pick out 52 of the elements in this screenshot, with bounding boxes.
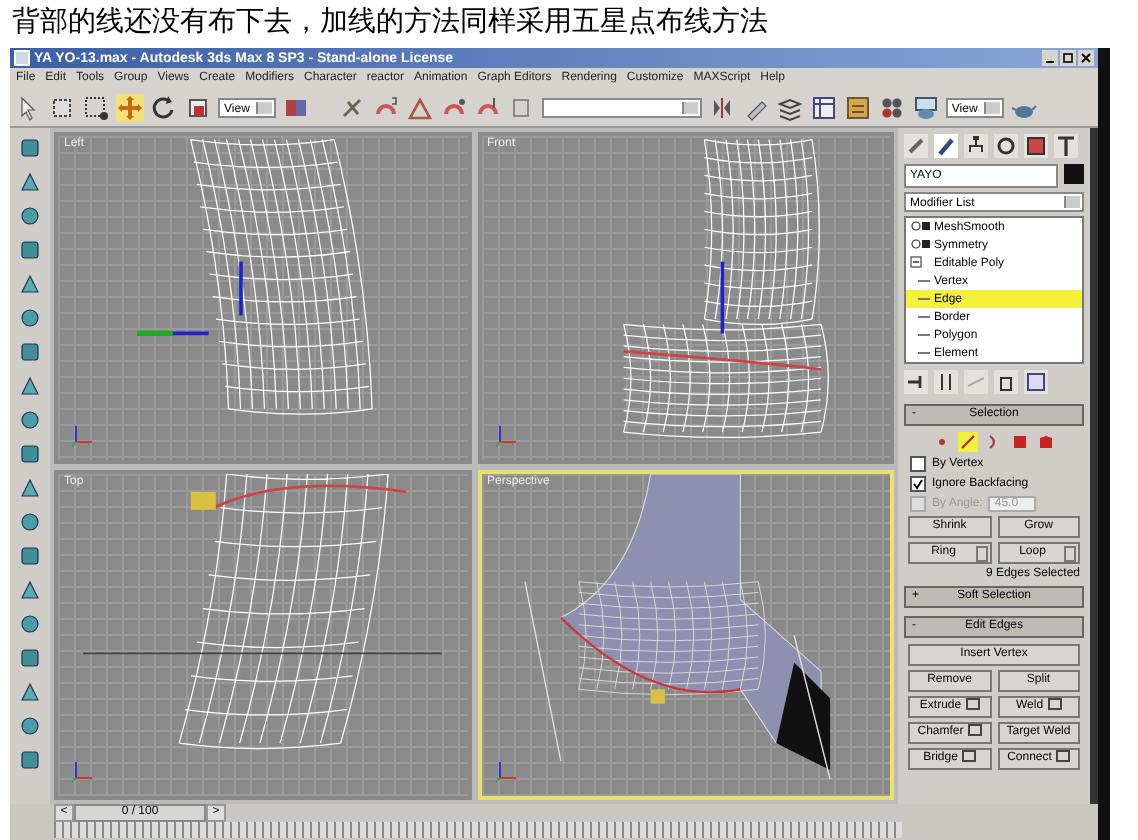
tool-icon[interactable] [18,136,42,160]
app-icon [14,50,30,66]
tool-icon[interactable] [18,170,42,194]
named-selection-dropdown[interactable] [541,97,702,117]
schematic-icon[interactable] [843,93,872,121]
axis-tripod-icon [70,756,98,784]
subobject-mode-icon[interactable] [1036,432,1056,452]
subobject-mode-icon[interactable] [958,432,978,452]
subobject-mode-icon[interactable] [1010,432,1030,452]
show-result-icon[interactable] [934,370,958,394]
timeline-track[interactable] [54,822,902,838]
dotted-square-icon[interactable] [82,93,110,121]
tool-icon[interactable] [18,510,42,534]
restore-icon[interactable] [1060,50,1076,66]
configure-icon[interactable] [1024,370,1048,394]
tool-icon[interactable] [18,714,42,738]
curve-editor-icon[interactable] [809,93,838,121]
checkbox[interactable] [910,456,926,472]
modify-tab-icon[interactable] [934,134,958,158]
tool-icon[interactable] [18,476,42,500]
hierarchy-tab-icon[interactable] [964,134,988,158]
render-setup-icon[interactable] [911,93,940,121]
tool-icon[interactable] [18,272,42,296]
object-color-swatch[interactable] [1064,164,1084,184]
tool-icon[interactable] [18,408,42,432]
tool-icon[interactable] [18,442,42,466]
caption-text: 背部的线还没有布下去，加线的方法同样采用五星点布线方法 [10,4,770,42]
tool-icon[interactable] [18,306,42,330]
close-icon[interactable] [1078,50,1094,66]
display-tab-icon[interactable] [1024,134,1048,158]
panel-scrollbar[interactable] [1090,128,1098,804]
minimize-icon[interactable] [1042,50,1058,66]
tool-icon[interactable] [18,748,42,772]
tool-icon[interactable] [18,646,42,670]
rotate-icon[interactable] [150,93,178,121]
select-region-icon[interactable] [48,93,76,121]
angle-snap-icon[interactable] [405,93,434,121]
tool-icon[interactable] [18,204,42,228]
tool-icon[interactable] [18,612,42,636]
checkbox[interactable] [910,476,926,492]
tool-icon[interactable] [18,340,42,364]
axis-tripod-icon [493,756,521,784]
tool-icon[interactable] [18,374,42,398]
material-editor-icon[interactable] [877,93,906,121]
tool-icon[interactable] [18,578,42,602]
pin-icon[interactable] [904,370,928,394]
scale-icon[interactable] [184,93,212,121]
create-tab-icon[interactable] [904,134,928,158]
tool-icon[interactable] [18,238,42,262]
tool-icon[interactable] [18,544,42,568]
tool-icon[interactable] [18,680,42,704]
layers-icon[interactable] [775,93,804,121]
